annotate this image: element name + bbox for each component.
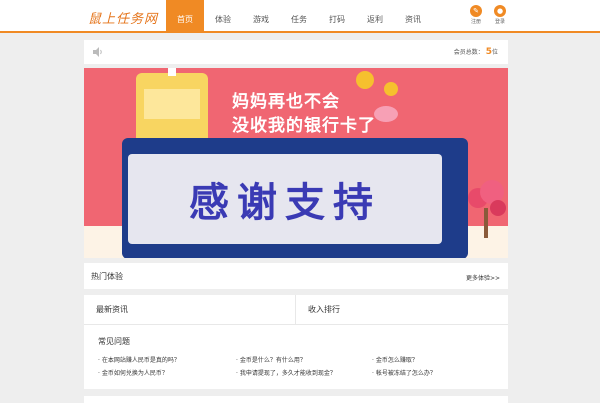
banner-slogan-line2: 没收我的银行卡了 [232, 116, 376, 136]
member-count: 会员总数： 5位 [454, 47, 498, 57]
login-label: 登录 [494, 19, 505, 25]
nav-item-games[interactable]: 游戏 [242, 0, 280, 33]
coin-icon [356, 71, 374, 89]
top-header: 鼠上任务网 首页 体验 游戏 任务 打码 返利 资讯 ✎ 注册 ● 登录 [0, 0, 600, 33]
tab-latest-news[interactable]: 最新资讯 [84, 295, 296, 325]
faq-item[interactable]: · 在本网站赚人民币是真的吗？ [98, 355, 180, 364]
main-nav: 首页 体验 游戏 任务 打码 返利 资讯 [166, 0, 432, 33]
nav-item-experience[interactable]: 体验 [204, 0, 242, 33]
member-count-unit: 位 [491, 49, 498, 56]
nav-item-home[interactable]: 首页 [166, 0, 204, 33]
thanks-panel: 感谢支持 [128, 154, 442, 244]
login-button[interactable]: ● 登录 [492, 5, 508, 25]
thanks-overlay: 感谢支持 [122, 138, 468, 258]
more-experience-link[interactable]: 更多体验>> [466, 273, 500, 282]
nav-item-rebate[interactable]: 返利 [356, 0, 394, 33]
register-icon: ✎ [470, 5, 482, 17]
speaker-icon [93, 47, 102, 57]
site-logo[interactable]: 鼠上任务网 [88, 8, 158, 27]
hot-experience-section: 热门体验 更多体验>> [84, 263, 508, 289]
register-button[interactable]: ✎ 注册 [468, 5, 484, 25]
faq-item[interactable]: · 金币怎么赚取？ [372, 355, 418, 364]
thanks-text: 感谢支持 [189, 180, 381, 226]
promo-banner[interactable]: 妈妈再也不会 没收我的银行卡了 感谢支持 [84, 68, 508, 258]
register-label: 注册 [470, 19, 481, 25]
tab-income-ranking[interactable]: 收入排行 [296, 295, 508, 325]
hot-experience-title: 热门体验 [91, 272, 123, 281]
blossom-tree-icon [468, 180, 506, 238]
user-actions: ✎ 注册 ● 登录 [468, 5, 508, 25]
faq-item[interactable]: · 金币如何兑换为人民币？ [98, 368, 168, 377]
info-panel: 最新资讯 收入排行 常见问题 · 在本网站赚人民币是真的吗？ · 金币是什么？有… [84, 295, 508, 389]
banner-slogan-line1: 妈妈再也不会 [232, 92, 340, 112]
notice-bar: 会员总数： 5位 [84, 40, 508, 64]
phone-pin [168, 68, 176, 76]
faq-item[interactable]: · 我申请提现了，多久才能收到现金？ [236, 368, 336, 377]
footer-section [84, 396, 508, 403]
faq-title: 常见问题 [98, 337, 130, 346]
member-count-label: 会员总数： [453, 49, 484, 56]
faq-item[interactable]: · 帐号被冻结了怎么办？ [372, 368, 436, 377]
banner-slogan: 妈妈再也不会 没收我的银行卡了 [232, 90, 422, 138]
user-icon: ● [494, 5, 506, 17]
phone-screen [144, 89, 200, 119]
faq-item[interactable]: · 金币是什么？有什么用？ [236, 355, 306, 364]
nav-item-news[interactable]: 资讯 [394, 0, 432, 33]
nav-item-tasks[interactable]: 任务 [280, 0, 318, 33]
nav-item-captcha[interactable]: 打码 [318, 0, 356, 33]
